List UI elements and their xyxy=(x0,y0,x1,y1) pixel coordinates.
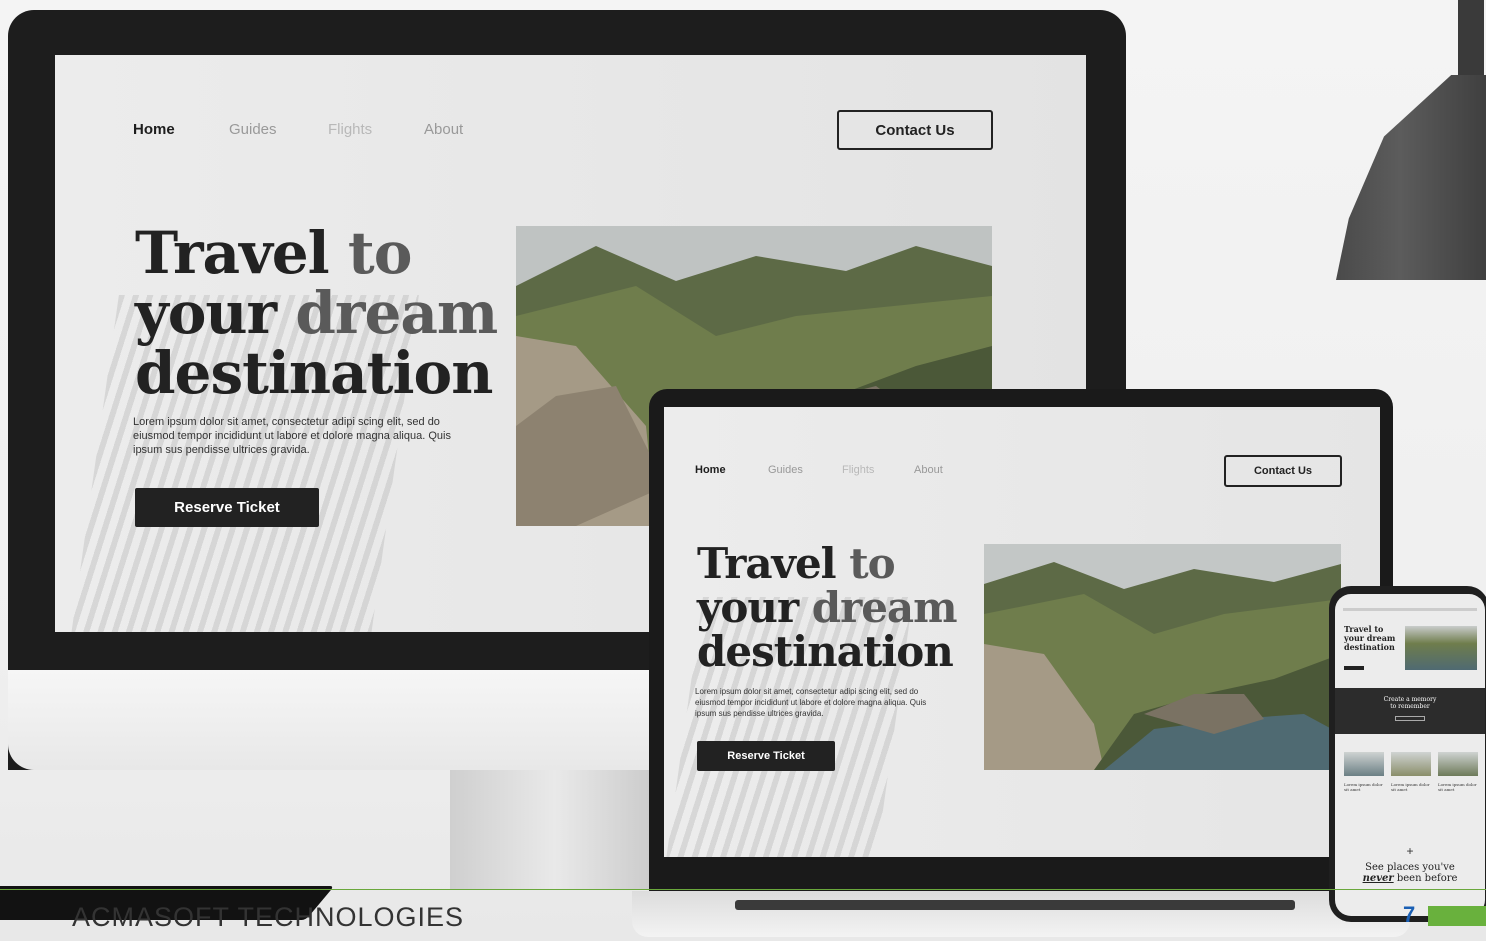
hero-word: your xyxy=(697,583,799,632)
nav-home[interactable]: Home xyxy=(695,464,726,476)
phone-banner-line: to remember xyxy=(1390,703,1430,710)
footer-divider xyxy=(0,889,1486,890)
phone-hero-title: Travel to your dream destination xyxy=(1344,625,1395,652)
contact-us-button[interactable]: Contact Us xyxy=(837,110,993,150)
phone-reserve-button[interactable] xyxy=(1344,666,1364,670)
phone-hero-line: destination xyxy=(1344,642,1395,652)
hero-title: Travel to your dream destination xyxy=(135,223,498,407)
hero-word: Travel xyxy=(135,219,330,287)
page-number: 7 xyxy=(1403,902,1416,927)
laptop-screen: Home Guides Flights About Contact Us Tra… xyxy=(664,407,1380,857)
nav-about[interactable]: About xyxy=(914,464,943,476)
phone-bottom-line: been before xyxy=(1396,873,1458,884)
phone-bottom-heading: See places you've never been before xyxy=(1335,862,1485,884)
hero-word: Travel xyxy=(697,539,837,588)
hero-word: to xyxy=(347,219,412,287)
hero-word: dream xyxy=(811,583,958,632)
hero-landscape-image xyxy=(984,544,1341,770)
phone-card-image xyxy=(1438,752,1478,776)
nav-guides[interactable]: Guides xyxy=(768,464,803,476)
phone-card-title: Lorem ipsum dolor sit amet xyxy=(1391,782,1430,792)
phone-bottom-line: See places you've xyxy=(1365,862,1455,873)
phone-banner-button[interactable] xyxy=(1395,716,1425,721)
contact-us-button[interactable]: Contact Us xyxy=(1224,455,1342,487)
laptop-base xyxy=(632,891,1410,937)
brand-name: ACMASOFT TECHNOLOGIES xyxy=(72,902,465,932)
laptop-keyboard xyxy=(735,900,1295,910)
hero-word: your xyxy=(135,279,277,347)
phone-card-image xyxy=(1344,752,1384,776)
reserve-ticket-button[interactable]: Reserve Ticket xyxy=(135,488,319,527)
phone-nav xyxy=(1343,608,1477,611)
hero-description: Lorem ipsum dolor sit amet, consectetur … xyxy=(133,416,451,456)
monitor-stand xyxy=(450,770,660,890)
accent-block xyxy=(1428,906,1486,926)
phone-banner: Create a memory to remember xyxy=(1335,688,1485,734)
reserve-ticket-button[interactable]: Reserve Ticket xyxy=(697,741,835,771)
hero-description: Lorem ipsum dolor sit amet, consectetur … xyxy=(695,687,927,718)
phone-hero-image xyxy=(1405,626,1477,670)
phone-banner-line: Create a memory xyxy=(1383,696,1437,703)
phone-screen: Travel to your dream destination Create … xyxy=(1335,594,1485,916)
hero-word: destination xyxy=(135,339,493,407)
phone-card-title: Lorem ipsum dolor sit amet xyxy=(1344,782,1383,792)
pendant-lamp xyxy=(1336,75,1486,280)
nav-flights[interactable]: Flights xyxy=(328,121,372,138)
hero-word: to xyxy=(849,539,895,588)
nav-guides[interactable]: Guides xyxy=(229,121,277,138)
nav-flights[interactable]: Flights xyxy=(842,464,874,476)
hero-word: destination xyxy=(697,627,954,676)
hero-word: dream xyxy=(295,279,498,347)
phone-card-title: Lorem ipsum dolor sit amet xyxy=(1438,782,1477,792)
nav-home[interactable]: Home xyxy=(133,121,175,138)
lamp-cord xyxy=(1458,0,1484,80)
nav-about[interactable]: About xyxy=(424,121,463,138)
phone-card-image xyxy=(1391,752,1431,776)
mockup-stage: Home Guides Flights About Contact Us Tra… xyxy=(0,0,1486,941)
plus-icon: + xyxy=(1406,844,1414,858)
phone-bottom-emphasis: never xyxy=(1362,873,1394,884)
hero-title: Travel to your dream destination xyxy=(697,539,958,676)
